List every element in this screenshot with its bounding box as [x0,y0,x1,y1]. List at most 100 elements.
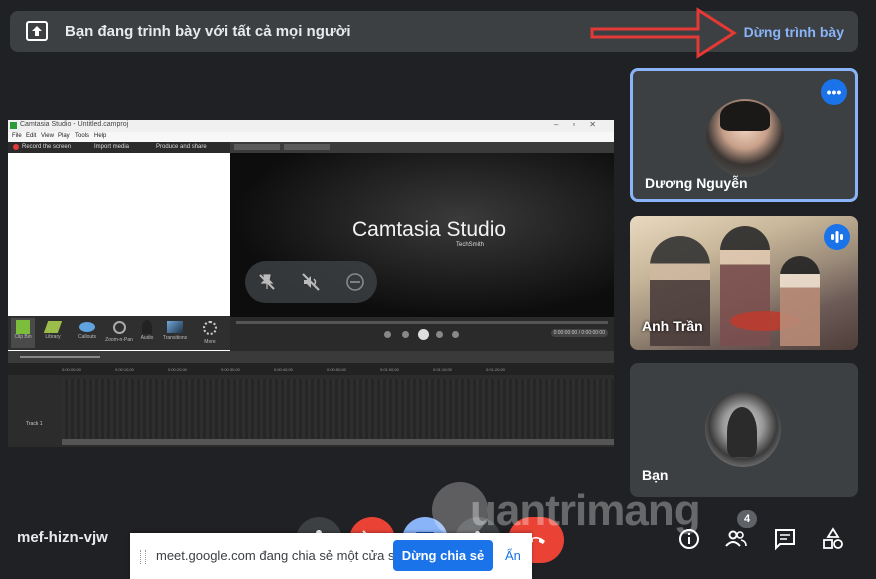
techsmith-logo: TechSmith [456,242,485,248]
people-icon[interactable] [724,527,748,551]
app-icon [10,122,17,129]
tick-4: 0:00:40;00 [274,367,293,372]
hide-button[interactable]: Ẩn [505,548,521,563]
time-display: 0:00:00:00 / 0:00:00:00 [550,329,608,337]
transitions-icon [167,321,183,333]
clip-bin-icon [16,320,30,334]
tab-audio[interactable]: Audio [136,318,158,348]
screen-share-notification-bar: meet.google.com đang chia sẻ một cửa sổ.… [130,533,532,579]
participant-name: Dương Nguyễn [645,175,748,191]
menu-tools[interactable]: Tools [75,133,89,139]
participant-tile-anh[interactable]: Anh Trần [630,216,858,350]
remove-icon[interactable] [345,272,365,292]
shared-screen: Camtasia Studio - Untitled.camproj –▫✕ F… [8,120,614,447]
menu-play[interactable]: Play [58,133,70,139]
tab-zoom-n-pan[interactable]: Zoom-n-Pan [104,318,134,348]
playback-controls[interactable] [384,329,464,341]
tick-1: 0:00:10;00 [115,367,134,372]
hair-shape [720,101,770,131]
tab-callouts[interactable]: Callouts [74,318,100,348]
timeline-toolbar [8,351,614,363]
tab-library-label: Library [45,334,61,340]
tick-7: 0:01:10;00 [433,367,452,372]
avatar [706,99,784,177]
forward-icon[interactable] [452,331,459,338]
present-to-all-icon [26,21,48,41]
muted-indicators [245,261,377,303]
tick-3: 0:00:30;00 [221,367,240,372]
tab-callouts-label: Callouts [77,334,97,340]
drag-handle-icon[interactable] [140,550,146,564]
produce-share-button[interactable]: Produce and share [156,144,207,150]
more-options-icon[interactable]: ••• [821,79,847,105]
speaking-icon [824,224,850,250]
scrub-bar[interactable] [236,321,608,324]
timeline-tracks: Track 1 [8,375,614,447]
participant-name: Anh Trần [642,318,703,334]
tick-6: 0:01:00;00 [380,367,399,372]
video-figures-3 [780,256,820,346]
preview-search-input[interactable] [284,144,330,150]
camtasia-menu-bar: File Edit View Play Tools Help [8,132,614,142]
camtasia-logo-text: Camtasia Studio [352,218,507,241]
clip-bin-area [8,153,230,316]
play-icon[interactable] [418,329,429,340]
meeting-code: mef-hizn-vjw [17,529,108,546]
rewind-icon[interactable] [384,331,391,338]
tab-transitions[interactable]: Transitions [160,318,190,348]
presenting-text: Bạn đang trình bày với tất cả mọi người [65,23,351,40]
tick-8: 0:01:20;00 [486,367,505,372]
tab-more-label: More [204,339,216,345]
menu-help[interactable]: Help [94,133,106,139]
tick-0: 0:00:00;00 [62,367,81,372]
track-area[interactable] [62,379,614,441]
camtasia-toolbar: Record the screen Import media Produce a… [8,142,230,153]
more-spinner-icon [203,321,217,335]
timeline-ruler: 0:00:00;00 0:00:10;00 0:00:20;00 0:00:30… [8,363,614,375]
tab-clip-bin-label: Clip Bin [14,334,32,340]
horizontal-scrollbar[interactable] [62,439,614,445]
red-arrow-annotation-icon [590,7,737,59]
share-notification-text: meet.google.com đang chia sẻ một cửa sổ. [156,548,406,563]
watermark-text: uantrimang [470,486,701,535]
activities-icon[interactable] [821,527,845,551]
menu-file[interactable]: File [12,133,22,139]
tab-clip-bin[interactable]: Clip Bin [11,318,35,348]
zoom-icon [112,321,126,334]
avatar [705,391,781,467]
playback-bar: 0:00:00:00 / 0:00:00:00 [230,317,614,351]
tab-more[interactable]: More [198,318,222,348]
participant-tile-self[interactable]: Bạn [630,363,858,497]
record-screen-button[interactable]: Record the screen [22,144,71,150]
record-icon [13,144,19,150]
stop-sharing-button[interactable]: Dừng chia sẻ [393,540,493,571]
menu-edit[interactable]: Edit [26,133,36,139]
participant-name: Bạn [642,467,669,483]
chat-icon[interactable] [773,527,797,551]
import-media-button[interactable]: Import media [94,144,129,150]
pin-off-icon[interactable] [257,272,277,292]
people-count-badge: 4 [737,510,757,528]
zoom-dropdown[interactable] [234,144,280,150]
track-1-label: Track 1 [26,421,43,427]
tab-library[interactable]: Library [40,318,66,348]
stop-presenting-button[interactable]: Dừng trình bày [744,24,844,40]
tab-audio-label: Audio [140,335,154,341]
volume-off-icon[interactable] [301,272,321,292]
menu-view[interactable]: View [41,133,54,139]
window-controls[interactable]: –▫✕ [554,120,610,129]
clip-tabs: Clip Bin Library Callouts Zoom-n-Pan Aud… [8,316,230,350]
library-icon [43,321,63,333]
person-silhouette [727,407,757,457]
tab-transitions-label: Transitions [162,335,188,341]
tab-zoom-label: Zoom-n-Pan [105,337,133,343]
participant-tile-duong[interactable]: ••• Dương Nguyễn [630,68,858,202]
callouts-icon [79,322,95,332]
tick-2: 0:00:20;00 [168,367,187,372]
prev-icon[interactable] [402,331,409,338]
info-icon[interactable] [677,527,701,551]
next-icon[interactable] [436,331,443,338]
window-title: Camtasia Studio - Untitled.camproj [20,121,129,128]
timeline-zoom-slider[interactable] [20,356,100,358]
preview-toolbar [230,142,614,153]
